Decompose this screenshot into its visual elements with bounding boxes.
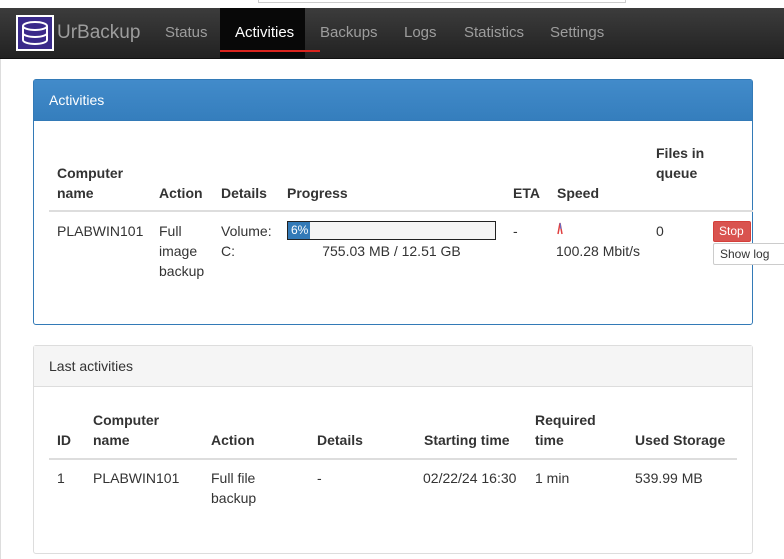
activity-computer-name: PLABWIN101 [57,223,144,239]
last-col-header-used-storage: Used Storage [635,432,726,448]
speed-sparkline-icon [557,222,563,235]
nav-status[interactable]: Status [165,8,208,58]
address-bar-edge [258,0,626,3]
col-header-progress: Progress [287,185,348,201]
col-header-eta: ETA [513,185,540,201]
last-col-header-details: Details [317,432,363,448]
active-tab-underline-extension [298,50,320,52]
nav-statistics[interactable]: Statistics [464,8,524,58]
show-log-button[interactable]: Show log [713,243,784,265]
nav-settings[interactable]: Settings [550,8,604,58]
nav-backups[interactable]: Backups [320,8,378,58]
progress-percent-label: 6% [291,223,309,237]
col-header-details: Details [221,185,267,201]
urbackup-logo-icon[interactable] [16,15,54,51]
nav-activities[interactable]: Activities [220,8,320,58]
activity-action: Full image backup [159,223,205,279]
active-tab-underline [220,50,305,52]
last-activity-action: Full file backup [211,470,257,506]
last-col-header-id: ID [57,432,71,448]
last-activities-panel-title: Last activities [34,346,752,387]
last-activity-used-storage: 539.99 MB [635,470,703,486]
last-col-header-action: Action [211,432,255,448]
last-col-header-computer-name: Computer name [93,412,160,448]
activities-panel-title: Activities [34,80,752,121]
last-col-header-starting-time: Starting time [424,432,510,448]
last-activity-required-time: 1 min [535,470,570,486]
last-activity-starting-time: 02/22/24 16:30 [423,470,517,486]
activity-eta: - [513,223,518,239]
last-activities-header-divider [49,458,737,460]
activity-speed: 100.28 Mbit/s [556,243,641,259]
col-header-files-in-queue: Files in queue [656,145,705,181]
brand-name[interactable]: UrBackup [57,22,140,44]
left-edge-line [0,59,1,559]
last-activity-computer-name: PLABWIN101 [93,470,180,486]
last-col-header-required-time: Required time [535,412,596,448]
last-activity-id: 1 [57,470,65,486]
col-header-action: Action [159,185,203,201]
activity-details: Volume: C: [221,223,272,259]
activity-progress-bar: 6% [287,221,496,240]
activity-files-in-queue: 0 [656,223,664,239]
col-header-computer-name: Computer name [57,165,124,201]
last-activity-details: - [317,470,322,486]
activities-header-divider [49,210,753,212]
col-header-speed: Speed [557,185,600,201]
stop-button[interactable]: Stop [713,221,751,242]
navbar: UrBackup Status Activities Backups Logs … [0,8,784,59]
activity-progress-text: 755.03 MB / 12.51 GB [322,243,461,259]
browser-top-strip [0,0,784,8]
nav-logs[interactable]: Logs [404,8,437,58]
